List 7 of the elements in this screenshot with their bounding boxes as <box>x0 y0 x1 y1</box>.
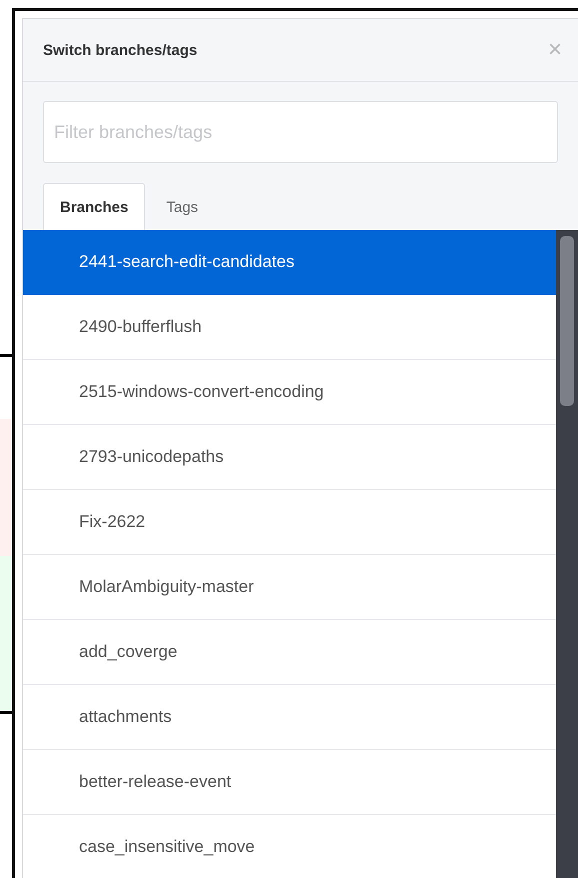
dialog-title: Switch branches/tags <box>43 42 198 58</box>
tab[interactable]: Tags <box>149 183 216 230</box>
scrollbar[interactable] <box>556 230 578 878</box>
branch-item[interactable]: 2441-search-edit-candidates <box>23 230 556 295</box>
tab[interactable]: Branches <box>43 183 146 230</box>
scrollbar-thumb[interactable] <box>560 236 574 406</box>
filter-field[interactable]: Filter branches/tags <box>43 101 558 163</box>
